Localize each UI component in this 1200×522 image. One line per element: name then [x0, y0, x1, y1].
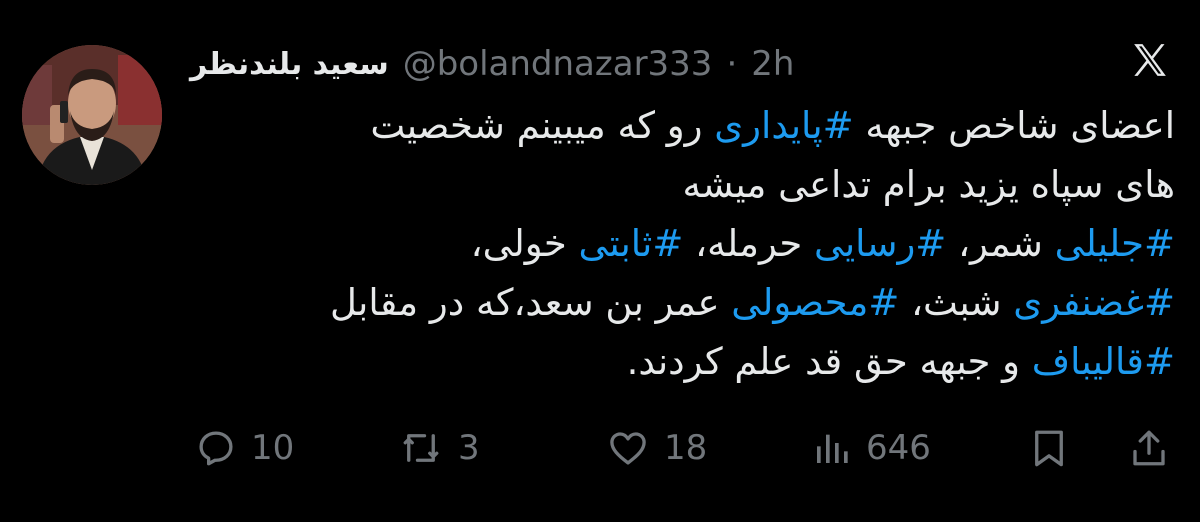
- tweet-text-segment: خولی،: [470, 222, 579, 265]
- tweet-text-segment: حرمله،: [683, 222, 815, 265]
- hashtag-link[interactable]: #رسایی: [814, 222, 946, 265]
- tweet-text-segment: های سپاه یزید برام تداعی میشه: [682, 163, 1175, 206]
- tweet-text-segment: اعضای شاخص جبهه: [853, 104, 1175, 147]
- separator-dot: ·: [726, 44, 738, 84]
- tweet-text-segment: شبث،: [899, 281, 1014, 324]
- share-icon: [1133, 430, 1165, 466]
- reply-button[interactable]: 10: [195, 420, 294, 476]
- bookmark-button[interactable]: [1028, 420, 1070, 476]
- avatar[interactable]: [22, 45, 162, 185]
- hashtag-link[interactable]: #قالیباف: [1032, 340, 1175, 383]
- avatar-photo: [22, 45, 162, 185]
- hashtag-link[interactable]: #پایداری: [714, 104, 853, 147]
- hashtag-link[interactable]: #ثابتی: [578, 222, 683, 265]
- bookmark-icon: [1035, 430, 1063, 467]
- tweet-line: #جلیلی شمر، #رسایی حرمله، #ثابتی خولی،: [185, 214, 1175, 273]
- views-count: 646: [866, 428, 931, 468]
- like-button[interactable]: 18: [606, 420, 707, 476]
- heart-icon: [610, 432, 646, 465]
- like-count: 18: [664, 428, 708, 468]
- action-bar: 10 3 18 646: [0, 420, 1200, 476]
- reply-count: 10: [251, 428, 295, 468]
- repost-count: 3: [458, 428, 480, 468]
- x-logo-icon: [1130, 40, 1170, 80]
- tweet-text-segment: شمر،: [946, 222, 1055, 265]
- tweet-line: اعضای شاخص جبهه #پایداری رو که میبینم شخ…: [185, 96, 1175, 155]
- tweet-text-segment: عمر بن سعد،که در مقابل: [330, 281, 732, 324]
- post-time[interactable]: 2h: [751, 44, 794, 84]
- repost-icon: [403, 434, 439, 462]
- tweet-text: اعضای شاخص جبهه #پایداری رو که میبینم شخ…: [185, 96, 1175, 391]
- tweet-text-segment: رو که میبینم شخصیت: [370, 104, 715, 147]
- hashtag-link[interactable]: #جلیلی: [1055, 222, 1175, 265]
- repost-button[interactable]: 3: [398, 420, 480, 476]
- views-icon: [817, 434, 848, 463]
- hashtag-link[interactable]: #غضنفری: [1013, 281, 1175, 324]
- hashtag-link[interactable]: #محصولی: [731, 281, 899, 324]
- tweet-header: سعید بلندنظر @bolandnazar333 · 2h: [190, 40, 794, 88]
- user-handle[interactable]: @bolandnazar333: [403, 44, 713, 84]
- display-name[interactable]: سعید بلندنظر: [190, 47, 389, 82]
- tweet-line: های سپاه یزید برام تداعی میشه: [185, 155, 1175, 214]
- tweet-line: #قالیباف و جبهه حق قد علم کردند.: [185, 332, 1175, 391]
- views-button[interactable]: 646: [812, 420, 931, 476]
- tweet-text-segment: و جبهه حق قد علم کردند.: [626, 340, 1032, 383]
- tweet-line: #غضنفری شبث، #محصولی عمر بن سعد،که در مق…: [185, 273, 1175, 332]
- reply-icon: [199, 431, 233, 466]
- tweet: سعید بلندنظر @bolandnazar333 · 2h اعضای …: [0, 0, 1200, 522]
- share-button[interactable]: [1128, 420, 1170, 476]
